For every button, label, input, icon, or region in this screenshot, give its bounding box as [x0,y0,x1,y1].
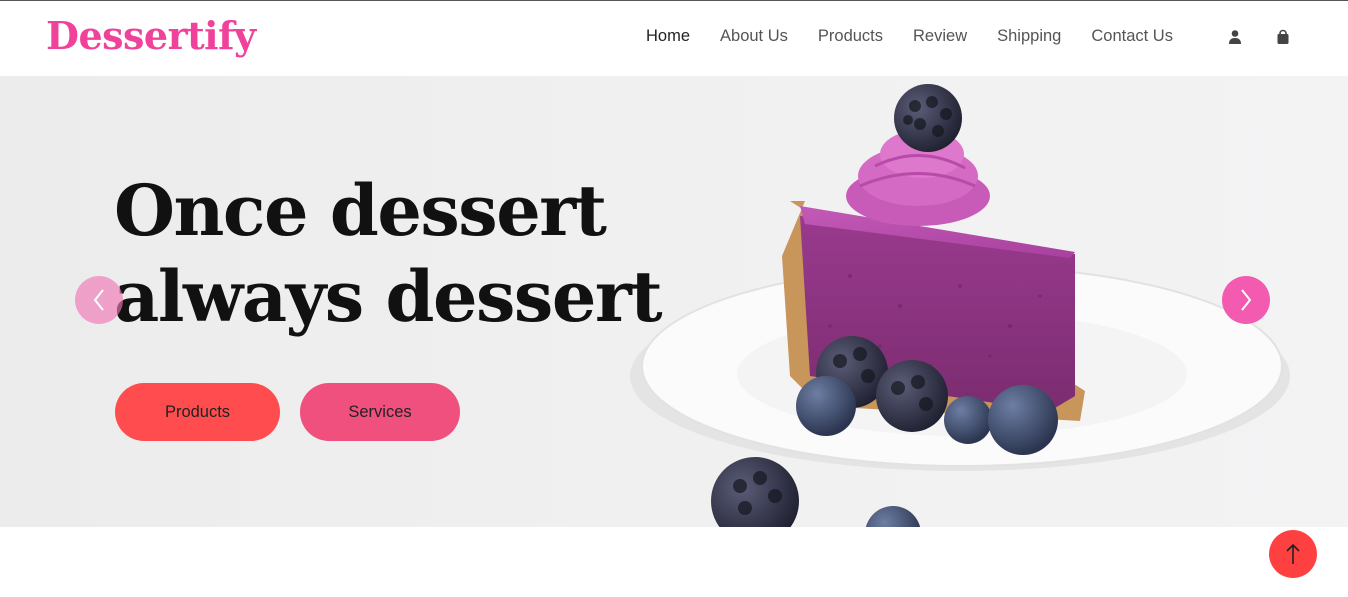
arrow-up-icon [1286,543,1300,564]
nav-item-products[interactable]: Products [818,27,883,46]
site-header: Dessertify Home About Us Products Review… [0,1,1348,76]
services-button[interactable]: Services [300,383,460,441]
products-button[interactable]: Products [115,383,280,441]
hero-headline: Once dessert always dessert [114,168,674,340]
hero-headline-line-2: always dessert [114,255,663,338]
hero-slider: Once dessert always dessert Products Ser… [0,76,1348,527]
chevron-right-icon [1241,289,1252,311]
main-nav: Home About Us Products Review Shipping C… [646,27,1203,46]
user-icon[interactable] [1227,29,1243,45]
previous-slide-button[interactable] [75,276,123,324]
back-to-top-button[interactable] [1269,530,1317,578]
hero-headline-line-1: Once dessert [114,169,607,252]
next-slide-button[interactable] [1222,276,1270,324]
nav-item-contact-us[interactable]: Contact Us [1091,27,1173,46]
brand-logo[interactable]: Dessertify [46,13,256,58]
chevron-left-icon [93,289,104,311]
nav-item-review[interactable]: Review [913,27,967,46]
nav-item-home[interactable]: Home [646,27,690,46]
nav-item-about-us[interactable]: About Us [720,27,788,46]
nav-item-shipping[interactable]: Shipping [997,27,1061,46]
shopping-bag-icon[interactable] [1275,29,1291,45]
